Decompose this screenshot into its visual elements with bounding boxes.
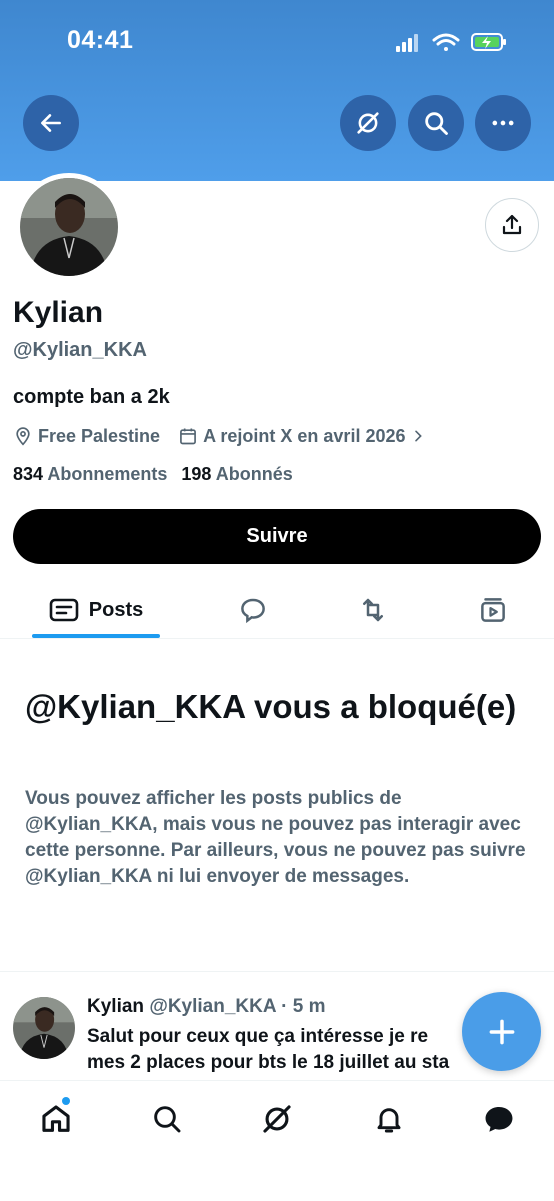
location-pin-icon [16,427,30,446]
compose-button[interactable] [462,992,541,1071]
profile-meta: Free Palestine A rejoint X en avril 2026 [13,424,426,448]
search-icon [154,1106,181,1133]
post-header: Kylian @Kylian_KKA · 5 m [87,996,326,1018]
active-tab-indicator [32,634,160,638]
tab-media[interactable] [470,582,516,638]
bell-icon [377,1108,401,1133]
posts-icon [49,598,79,622]
tab-posts[interactable]: Posts [32,582,160,638]
location-text: Free Palestine [38,425,161,446]
post-text-line: Salut pour ceux que ça intéresse je re [87,1026,429,1047]
calendar-icon [180,428,196,445]
post-text-line: mes 2 places pour bts le 18 juillet au s… [87,1052,450,1073]
plus-icon [489,1019,514,1044]
tab-replies[interactable] [230,582,276,638]
chevron-right-icon [415,430,423,442]
profile-avatar[interactable] [15,173,123,281]
join-date[interactable]: A rejoint X en avril 2026 [178,426,426,447]
nav-notifications[interactable] [369,1099,409,1139]
blocked-title: @Kylian_KKA vous a bloqué(e) [25,688,517,725]
tab-posts-label: Posts [88,598,144,621]
share-icon [502,214,522,235]
nav-grok[interactable] [257,1099,297,1139]
home-icon [42,1105,70,1132]
search-button[interactable] [408,95,464,151]
post-avatar[interactable] [13,997,75,1059]
post-author-name: Kylian [87,996,145,1017]
nav-messages[interactable] [479,1099,519,1139]
profile-tabs: Posts [0,582,554,639]
grok-icon [357,112,379,134]
chat-bubble-icon [485,1106,513,1132]
video-icon [481,598,505,622]
nav-search[interactable] [147,1099,187,1139]
signal-icon [396,34,418,52]
reply-bubble-icon [241,598,265,624]
avatar-image [20,178,118,276]
location: Free Palestine [13,426,160,447]
following-link[interactable]: 834 Abonnements [13,464,167,485]
repost-icon [363,598,383,622]
blocked-message: Vous pouvez afficher les posts publics d… [25,788,526,887]
profile-name: Kylian [13,296,104,329]
search-icon [425,112,448,135]
ellipsis-icon [492,120,514,126]
battery-icon [471,33,506,51]
nav-home[interactable] [36,1097,76,1139]
profile-handle: @Kylian_KKA [13,339,147,361]
bottom-nav [0,1080,554,1201]
more-button[interactable] [475,95,531,151]
back-button[interactable] [23,95,79,151]
post-handle-time: @Kylian_KKA · 5 m [149,996,326,1017]
notification-dot [62,1097,70,1105]
join-date-text: A rejoint X en avril 2026 [203,425,406,446]
grok-button[interactable] [340,95,396,151]
profile-bio: compte ban a 2k [13,386,170,408]
status-icons [396,33,506,52]
follow-stats: 834 Abonnements 198 Abonnés [13,464,293,485]
arrow-left-icon [41,114,61,132]
follow-button[interactable]: Suivre [13,509,541,564]
followers-link[interactable]: 198 Abonnés [181,464,292,485]
status-time: 04:41 [67,26,134,54]
wifi-icon [432,33,460,51]
tab-reposts[interactable] [350,582,396,638]
post-text: Salut pour ceux que ça intéresse je re m… [87,1024,527,1076]
share-button[interactable] [485,198,539,252]
grok-icon [263,1105,291,1133]
